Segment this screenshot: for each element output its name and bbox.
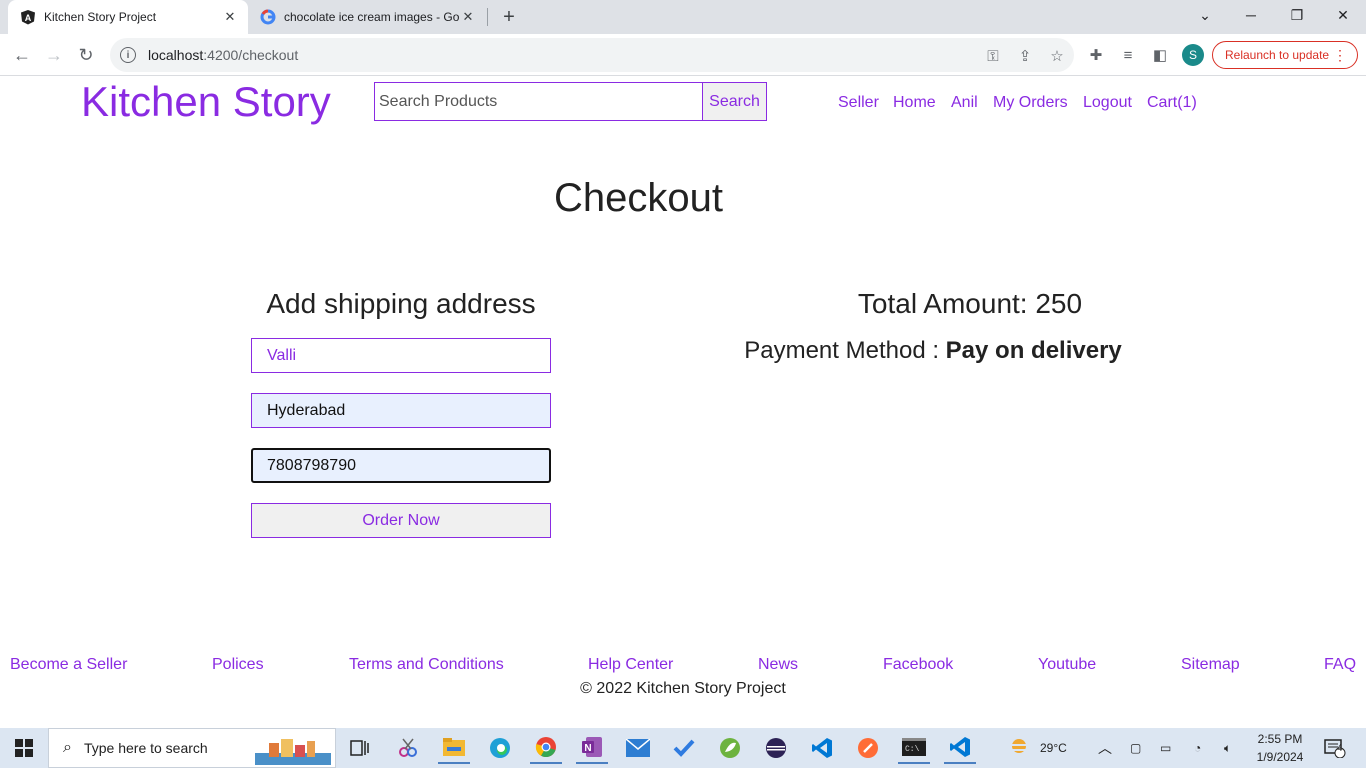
weather-widget[interactable]: 29°C xyxy=(1008,728,1067,768)
key-icon[interactable]: ⚿ xyxy=(983,46,1003,66)
browser-toolbar: ← → ↻ i localhost:4200/checkout ⚿ ⇪ ☆ ✚ … xyxy=(0,34,1366,76)
media-queue-icon[interactable]: ≡ xyxy=(1118,45,1138,65)
page-title: Checkout xyxy=(554,176,723,220)
taskbar-search-placeholder: Type here to search xyxy=(83,740,208,756)
order-now-button[interactable]: Order Now xyxy=(251,503,551,538)
brand-logo[interactable]: Kitchen Story xyxy=(81,78,331,126)
close-icon[interactable]: ✕ xyxy=(222,9,238,25)
angular-icon: A xyxy=(20,9,36,25)
postman-icon[interactable] xyxy=(852,732,884,764)
payment-method: Payment Method : Pay on delivery xyxy=(700,337,1166,365)
copyright-text: © 2022 Kitchen Story Project xyxy=(580,680,786,697)
taskbar-search-box[interactable]: ⌕ Type here to search xyxy=(48,728,336,768)
snipping-tool-icon[interactable] xyxy=(392,732,424,764)
more-menu-icon[interactable]: ⋮ xyxy=(1333,47,1347,64)
spring-tool-icon[interactable] xyxy=(714,732,746,764)
footer-faq[interactable]: FAQ xyxy=(1324,656,1356,674)
tab-search-chevron-icon[interactable]: ⌄ xyxy=(1182,0,1228,30)
edge-browser-icon[interactable] xyxy=(484,732,516,764)
tab-chocolate-ice-cream[interactable]: chocolate ice cream images - Go ✕ xyxy=(250,0,486,34)
google-icon xyxy=(260,9,276,25)
contact-field[interactable]: 7808798790 xyxy=(251,448,551,483)
chrome-browser-icon[interactable] xyxy=(530,732,562,764)
back-icon[interactable]: ← xyxy=(8,41,36,69)
tab-divider xyxy=(487,8,488,26)
footer-help-center[interactable]: Help Center xyxy=(588,656,673,674)
address-bar[interactable]: i localhost:4200/checkout ⚿ ⇪ ☆ xyxy=(110,38,1074,72)
notification-count: 4 xyxy=(1337,743,1343,754)
url-text[interactable]: localhost:4200/checkout xyxy=(148,47,298,63)
nav-user-anil[interactable]: Anil xyxy=(951,94,978,112)
wifi-icon[interactable]: ◔ xyxy=(1194,728,1201,768)
weather-haze-icon xyxy=(1008,738,1030,759)
battery-icon[interactable]: ▭ xyxy=(1160,728,1171,768)
restore-icon[interactable]: ❐ xyxy=(1274,0,1320,30)
nav-logout[interactable]: Logout xyxy=(1083,94,1132,112)
onenote-icon[interactable]: N xyxy=(576,732,608,764)
mail-icon[interactable] xyxy=(622,732,654,764)
relaunch-button[interactable]: Relaunch to update ⋮ xyxy=(1212,41,1358,69)
system-clock[interactable]: 2:55 PM 1/9/2024 xyxy=(1252,730,1308,766)
side-panel-icon[interactable]: ◧ xyxy=(1150,45,1170,65)
weather-temperature: 29°C xyxy=(1040,741,1067,755)
footer-sitemap[interactable]: Sitemap xyxy=(1181,656,1240,674)
bookmark-star-icon[interactable]: ☆ xyxy=(1047,46,1067,66)
todo-check-icon[interactable] xyxy=(668,732,700,764)
name-field[interactable]: Valli xyxy=(251,338,551,373)
clock-time: 2:55 PM xyxy=(1257,732,1303,746)
forward-icon[interactable]: → xyxy=(40,41,68,69)
svg-text:A: A xyxy=(25,13,32,23)
nav-cart[interactable]: Cart(1) xyxy=(1147,94,1197,112)
reload-icon[interactable]: ↻ xyxy=(72,41,100,69)
nav-my-orders[interactable]: My Orders xyxy=(993,94,1068,112)
browser-tab-strip: A Kitchen Story Project ✕ chocolate ice … xyxy=(0,0,1366,34)
tab-kitchen-story[interactable]: A Kitchen Story Project ✕ xyxy=(8,0,248,34)
payment-method-label: Payment Method : xyxy=(744,337,946,364)
footer-news[interactable]: News xyxy=(758,656,798,674)
windows-taskbar: ⌕ Type here to search N C:\ 29°C ︿ ▢ ▭ ◔… xyxy=(0,728,1366,768)
eclipse-icon[interactable] xyxy=(760,732,792,764)
meet-now-icon[interactable]: ▢ xyxy=(1130,728,1141,768)
profile-avatar[interactable]: S xyxy=(1182,44,1204,66)
svg-text:C:\: C:\ xyxy=(905,745,920,754)
extensions-icon[interactable]: ✚ xyxy=(1086,45,1106,65)
footer-facebook[interactable]: Facebook xyxy=(883,656,953,674)
windows-start-icon[interactable] xyxy=(0,728,48,768)
search-highlight-illustration-icon xyxy=(255,733,331,768)
tab-title: chocolate ice cream images - Go xyxy=(284,10,460,24)
address-field[interactable]: Hyderabad xyxy=(251,393,551,428)
vscode-running-icon[interactable] xyxy=(944,732,976,764)
site-info-icon[interactable]: i xyxy=(120,47,136,63)
search-icon: ⌕ xyxy=(63,739,72,756)
vscode-icon[interactable] xyxy=(806,732,838,764)
close-icon[interactable]: ✕ xyxy=(460,9,476,25)
footer-become-seller[interactable]: Become a Seller xyxy=(10,656,127,674)
file-explorer-icon[interactable] xyxy=(438,732,470,764)
search-button[interactable]: Search xyxy=(702,82,767,121)
nav-home[interactable]: Home xyxy=(893,94,936,112)
minimize-icon[interactable]: ─ xyxy=(1228,0,1274,30)
payment-method-value: Pay on delivery xyxy=(945,337,1122,364)
search-input[interactable] xyxy=(374,82,703,121)
new-tab-icon[interactable]: + xyxy=(498,6,520,28)
tray-overflow-chevron-icon[interactable]: ︿ xyxy=(1098,728,1112,768)
footer-youtube[interactable]: Youtube xyxy=(1038,656,1096,674)
window-close-icon[interactable]: ✕ xyxy=(1320,0,1366,30)
share-icon[interactable]: ⇪ xyxy=(1015,46,1035,66)
footer-terms[interactable]: Terms and Conditions xyxy=(349,656,504,674)
notification-center-icon[interactable]: 4 xyxy=(1324,728,1346,768)
nav-seller[interactable]: Seller xyxy=(838,94,879,112)
shipping-heading: Add shipping address xyxy=(266,288,536,319)
total-amount: Total Amount: 250 xyxy=(857,288,1083,319)
svg-text:N: N xyxy=(584,743,591,754)
volume-icon[interactable]: 🔈︎ xyxy=(1224,728,1231,768)
relaunch-label: Relaunch to update xyxy=(1225,48,1330,62)
terminal-icon[interactable]: C:\ xyxy=(898,732,930,764)
footer-polices[interactable]: Polices xyxy=(212,656,264,674)
clock-date: 1/9/2024 xyxy=(1256,750,1304,764)
tab-title: Kitchen Story Project xyxy=(44,10,157,24)
task-view-icon[interactable] xyxy=(344,732,376,764)
